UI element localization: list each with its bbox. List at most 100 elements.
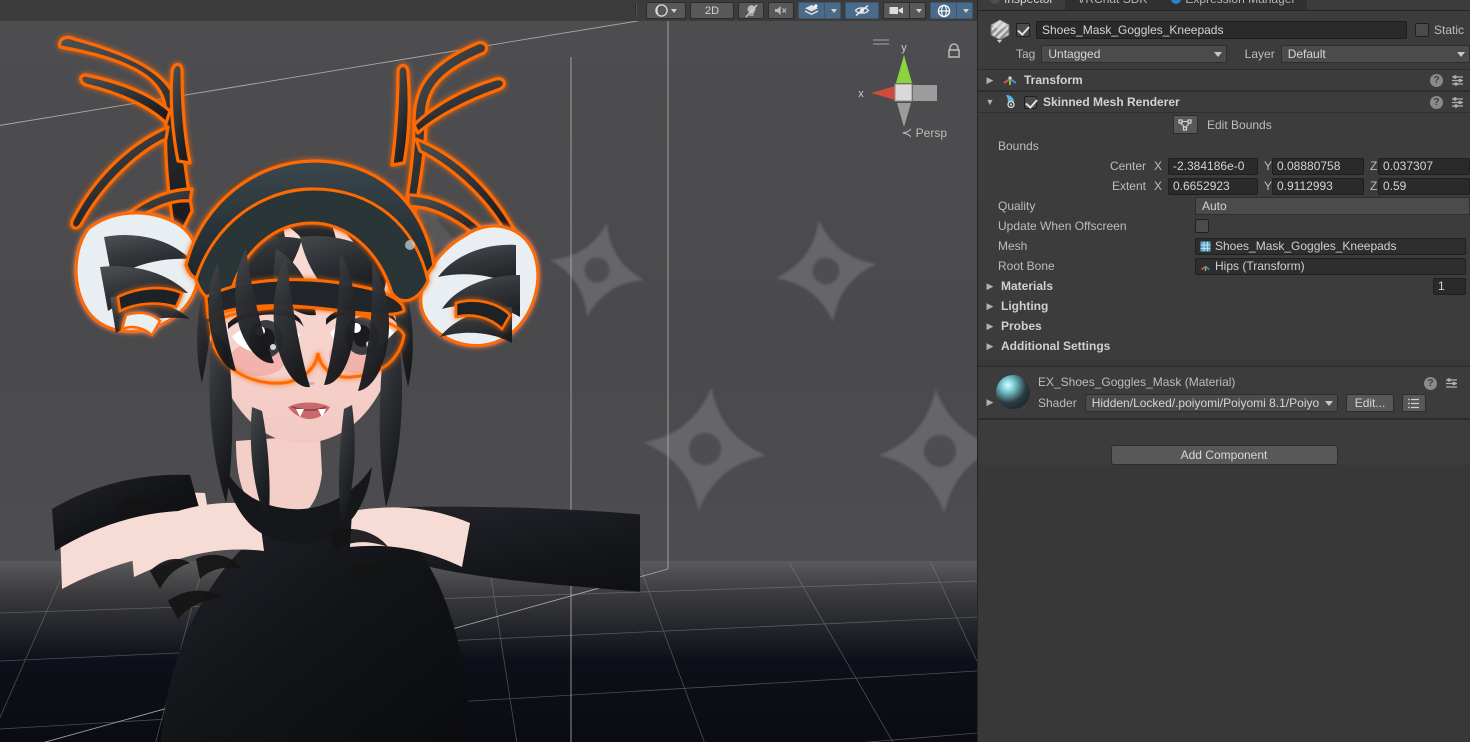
root-bone-value: Hips (Transform) xyxy=(1215,259,1305,273)
material-header-icons[interactable]: ? xyxy=(1424,377,1464,390)
layer-dropdown[interactable]: Default xyxy=(1280,45,1470,63)
scene-view[interactable]: y x ≺ Persp 2D xyxy=(0,0,977,742)
quality-row: Quality Auto xyxy=(978,196,1470,216)
draw-mode-dropdown[interactable] xyxy=(646,2,686,19)
lighting-toggle[interactable] xyxy=(738,2,764,19)
inspector-panel[interactable]: Inspector VRChat SDK Expression Manager xyxy=(977,0,1470,742)
materials-foldout-row[interactable]: ▶ Materials 1 xyxy=(978,276,1470,296)
update-offscreen-checkbox[interactable] xyxy=(1195,219,1209,233)
layer-value: Default xyxy=(1287,47,1326,61)
lightbulb-off-icon xyxy=(745,4,757,17)
component-header-skinned-mesh-renderer[interactable]: ▼ Skinned Mesh Renderer ? xyxy=(978,91,1470,113)
preset-settings-icon[interactable] xyxy=(1451,96,1464,109)
center-y-field[interactable]: 0.08880758 xyxy=(1272,157,1364,175)
mesh-icon xyxy=(1200,241,1211,251)
gizmos-globe-icon xyxy=(937,4,950,17)
expression-icon xyxy=(1171,0,1182,4)
2d-toggle[interactable]: 2D xyxy=(690,2,734,19)
help-icon[interactable]: ? xyxy=(1430,73,1443,87)
extent-x-field[interactable]: 0.6652923 xyxy=(1168,177,1258,195)
extent-x-value: 0.6652923 xyxy=(1173,179,1230,193)
perspective-label[interactable]: ≺ Persp xyxy=(901,125,947,141)
lock-icon[interactable] xyxy=(947,43,961,59)
extent-vector[interactable]: X 0.6652923 Y 0.9112993 Z 0.59 xyxy=(1154,177,1470,195)
gizmos-toggle[interactable] xyxy=(930,2,956,19)
mesh-object-field[interactable]: Shoes_Mask_Goggles_Kneepads xyxy=(1195,237,1466,255)
scene-camera-dropdown[interactable] xyxy=(909,2,926,19)
smr-enabled-checkbox[interactable] xyxy=(1024,95,1037,109)
center-x-field[interactable]: -2.384186e-0 xyxy=(1168,157,1258,175)
smr-header-icons[interactable]: ? xyxy=(1430,95,1470,109)
edit-bounds-label: Edit Bounds xyxy=(1207,117,1272,132)
tab-vrchat-sdk[interactable]: VRChat SDK xyxy=(1065,0,1160,10)
lighting-foldout-row[interactable]: ▶ Lighting xyxy=(978,296,1470,316)
skinned-mesh-renderer-icon xyxy=(1002,93,1018,112)
bounds-label: Bounds xyxy=(998,139,1039,153)
foldout-arrow-expanded-icon[interactable]: ▼ xyxy=(984,97,996,107)
foldout-arrow-collapsed-icon[interactable]: ▶ xyxy=(984,301,996,312)
center-z-field[interactable]: 0.037307 xyxy=(1378,157,1470,175)
prefab-cube-icon xyxy=(986,16,1014,44)
inspector-tab-bar[interactable]: Inspector VRChat SDK Expression Manager xyxy=(978,0,1470,11)
game-object-enabled-checkbox[interactable] xyxy=(1016,23,1030,37)
foldout-arrow-collapsed-icon[interactable]: ▶ xyxy=(984,341,996,352)
transform-axis-icon xyxy=(1002,71,1018,90)
effects-toggle[interactable] xyxy=(798,2,824,19)
preset-settings-icon[interactable] xyxy=(1445,377,1458,390)
center-label: Center xyxy=(1109,159,1146,173)
materials-count-value: 1 xyxy=(1438,279,1445,293)
scene-view-toolbar[interactable]: 2D xyxy=(0,0,977,21)
probes-foldout-row[interactable]: ▶ Probes xyxy=(978,316,1470,336)
help-icon[interactable]: ? xyxy=(1424,377,1437,390)
root-bone-object-field[interactable]: Hips (Transform) xyxy=(1195,257,1466,275)
material-inspector-block: ▶ EX_Shoes_Goggles_Mask (Material) ? Sha… xyxy=(978,366,1470,419)
axis-y-label: Y xyxy=(1264,159,1273,173)
game-object-name-field[interactable]: Shoes_Mask_Goggles_Kneepads xyxy=(1036,21,1407,39)
tab-expression-manager[interactable]: Expression Manager xyxy=(1159,0,1308,10)
edit-bounds-button[interactable] xyxy=(1173,115,1198,134)
audio-toggle[interactable] xyxy=(768,2,794,19)
foldout-arrow-collapsed-icon[interactable]: ▶ xyxy=(984,321,996,332)
tag-label: Tag xyxy=(1016,47,1036,61)
foldout-arrow-collapsed-icon[interactable]: ▶ xyxy=(984,281,996,292)
scene-viewport[interactable]: y x ≺ Persp xyxy=(0,21,977,742)
shader-edit-button[interactable]: Edit... xyxy=(1345,394,1395,412)
tab-inspector[interactable]: Inspector xyxy=(978,0,1066,10)
static-checkbox[interactable] xyxy=(1414,23,1429,37)
extent-label: Extent xyxy=(1111,179,1146,193)
center-vector[interactable]: X -2.384186e-0 Y 0.08880758 Z 0.037307 xyxy=(1154,157,1470,175)
help-icon[interactable]: ? xyxy=(1430,95,1443,109)
additional-settings-foldout-row[interactable]: ▶ Additional Settings xyxy=(978,336,1470,356)
static-toggle-group[interactable]: Static xyxy=(1414,23,1464,37)
hidden-objects-toggle[interactable] xyxy=(845,2,879,19)
scene-camera-settings[interactable] xyxy=(883,2,909,19)
shader-menu-button[interactable] xyxy=(1402,394,1427,412)
extent-z-value: 0.59 xyxy=(1383,179,1407,193)
component-header-transform[interactable]: ▶ Transform ? xyxy=(978,69,1470,91)
shader-value: Hidden/Locked/.poiyomi/Poiyomi 8.1/Poiyo… xyxy=(1091,396,1319,410)
inspector-icon xyxy=(990,0,1000,4)
transform-axis-icon xyxy=(1201,265,1210,271)
extent-z-field[interactable]: 0.59 xyxy=(1378,177,1470,195)
edit-bounds-icon xyxy=(1178,118,1192,131)
gizmo-menu-icon[interactable] xyxy=(871,37,891,49)
avatar-3d-model[interactable] xyxy=(0,21,640,742)
transform-header-icons[interactable]: ? xyxy=(1430,73,1470,87)
quality-value: Auto xyxy=(1202,199,1227,213)
add-component-button[interactable]: Add Component xyxy=(1110,445,1338,465)
materials-count-field[interactable]: 1 xyxy=(1433,277,1466,295)
gizmos-dropdown[interactable] xyxy=(956,2,973,19)
svg-text:x: x xyxy=(858,88,864,100)
extent-y-field[interactable]: 0.9112993 xyxy=(1272,177,1364,195)
foldout-arrow-collapsed-icon[interactable]: ▶ xyxy=(984,75,996,86)
chevron-down-icon xyxy=(831,8,837,13)
shader-dropdown[interactable]: Hidden/Locked/.poiyomi/Poiyomi 8.1/Poiyo… xyxy=(1084,394,1338,412)
effects-dropdown[interactable] xyxy=(824,2,841,19)
shader-row: Shader Hidden/Locked/.poiyomi/Poiyomi 8.… xyxy=(1034,394,1464,412)
game-object-name-row: Shoes_Mask_Goggles_Kneepads Static xyxy=(978,17,1470,43)
gizmo-axis-z xyxy=(913,85,937,101)
material-foldout-arrow-icon[interactable]: ▶ xyxy=(984,373,996,408)
quality-dropdown[interactable]: Auto xyxy=(1195,197,1470,215)
tag-dropdown[interactable]: Untagged xyxy=(1041,45,1227,63)
preset-settings-icon[interactable] xyxy=(1451,74,1464,87)
